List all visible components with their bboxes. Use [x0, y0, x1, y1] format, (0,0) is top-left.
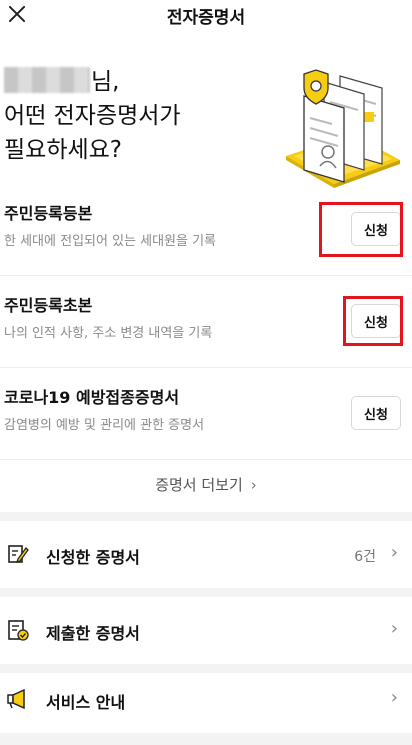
highlight-box: [343, 296, 403, 346]
greeting-line-2: 어떤 전자증명서가: [4, 99, 181, 133]
blurred-user-name: [4, 67, 90, 93]
section-separator: [0, 733, 412, 745]
certificate-description: 한 세대에 전입되어 있는 세대원을 기록: [4, 234, 217, 249]
menu-label: 서비스 안내: [46, 693, 126, 712]
top-bar: 전자증명서: [0, 0, 412, 30]
certificate-description: 나의 인적 사항, 주소 변경 내역을 기록: [4, 326, 213, 341]
chevron-right-icon: ›: [390, 618, 398, 639]
greeting-suffix: 님,: [91, 69, 120, 95]
hero-section: 님, 어떤 전자증명서가 필요하세요?: [0, 30, 412, 200]
certificate-illustration: [286, 69, 400, 188]
menu-item-service-guide[interactable]: 서비스 안내 ›: [0, 665, 412, 733]
submitted-document-icon: [8, 620, 29, 641]
page-title: 전자증명서: [166, 8, 246, 28]
greeting-text: 님, 어떤 전자증명서가 필요하세요?: [4, 65, 181, 167]
certificate-name: 코로나19 예방접종증명서: [4, 388, 180, 407]
menu-label: 신청한 증명서: [46, 548, 140, 567]
more-certificates-link[interactable]: 증명서 더보기 ›: [0, 474, 412, 495]
highlight-box: [319, 202, 403, 257]
applied-count: 6건: [354, 549, 376, 565]
certificate-name: 주민등록초본: [4, 296, 93, 315]
certificate-row-covid19-vaccination: 코로나19 예방접종증명서 감염병의 예방 및 관리에 관한 증명서 신청: [0, 368, 412, 460]
menu-item-applied-certificates[interactable]: 신청한 증명서 6건 ›: [0, 520, 412, 588]
certificate-description: 감염병의 예방 및 관리에 관한 증명서: [4, 418, 205, 433]
certificate-name: 주민등록등본: [4, 204, 93, 223]
menu-label: 제출한 증명서: [46, 624, 140, 643]
chevron-right-icon: ›: [250, 476, 257, 494]
chevron-right-icon: ›: [390, 687, 398, 708]
megaphone-icon: [7, 688, 25, 710]
chevron-right-icon: ›: [390, 542, 398, 563]
more-certificates-label: 증명서 더보기: [155, 476, 243, 494]
greeting-line-3: 필요하세요?: [4, 137, 123, 163]
edit-document-icon: [8, 545, 29, 564]
apply-button-covid19-vaccination[interactable]: 신청: [351, 396, 401, 430]
menu-item-submitted-certificates[interactable]: 제출한 증명서 ›: [0, 596, 412, 664]
